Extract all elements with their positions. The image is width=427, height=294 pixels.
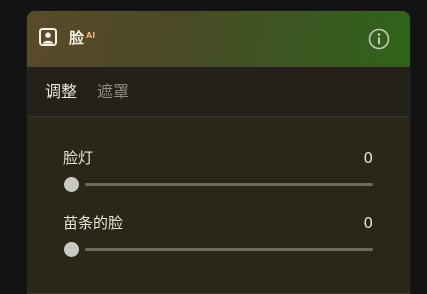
slim-face-slider-track[interactable]: [85, 248, 373, 251]
face-panel: 脸 AI 调整 遮罩 脸灯 0 苗条的脸 0: [27, 11, 410, 294]
panel-header[interactable]: 脸 AI: [27, 11, 410, 67]
face-light-slider-thumb[interactable]: [64, 177, 79, 192]
slim-face-slider-thumb[interactable]: [64, 242, 79, 257]
ai-badge: AI: [86, 31, 96, 40]
face-light-slider-track[interactable]: [85, 183, 373, 186]
panel-title: 脸: [69, 29, 85, 47]
face-light-label: 脸灯: [63, 149, 94, 167]
adjust-content: 脸灯 0 苗条的脸 0: [27, 117, 410, 294]
face-portrait-icon: [39, 28, 57, 46]
slim-face-value[interactable]: 0: [363, 213, 373, 233]
info-icon[interactable]: [368, 28, 390, 50]
stage: 脸 AI 调整 遮罩 脸灯 0 苗条的脸 0: [0, 0, 427, 294]
tab-mask[interactable]: 遮罩: [97, 81, 129, 103]
face-light-value[interactable]: 0: [363, 148, 373, 168]
tab-bar: 调整 遮罩: [27, 67, 410, 117]
tab-adjust[interactable]: 调整: [45, 81, 77, 103]
slim-face-label: 苗条的脸: [63, 214, 124, 232]
